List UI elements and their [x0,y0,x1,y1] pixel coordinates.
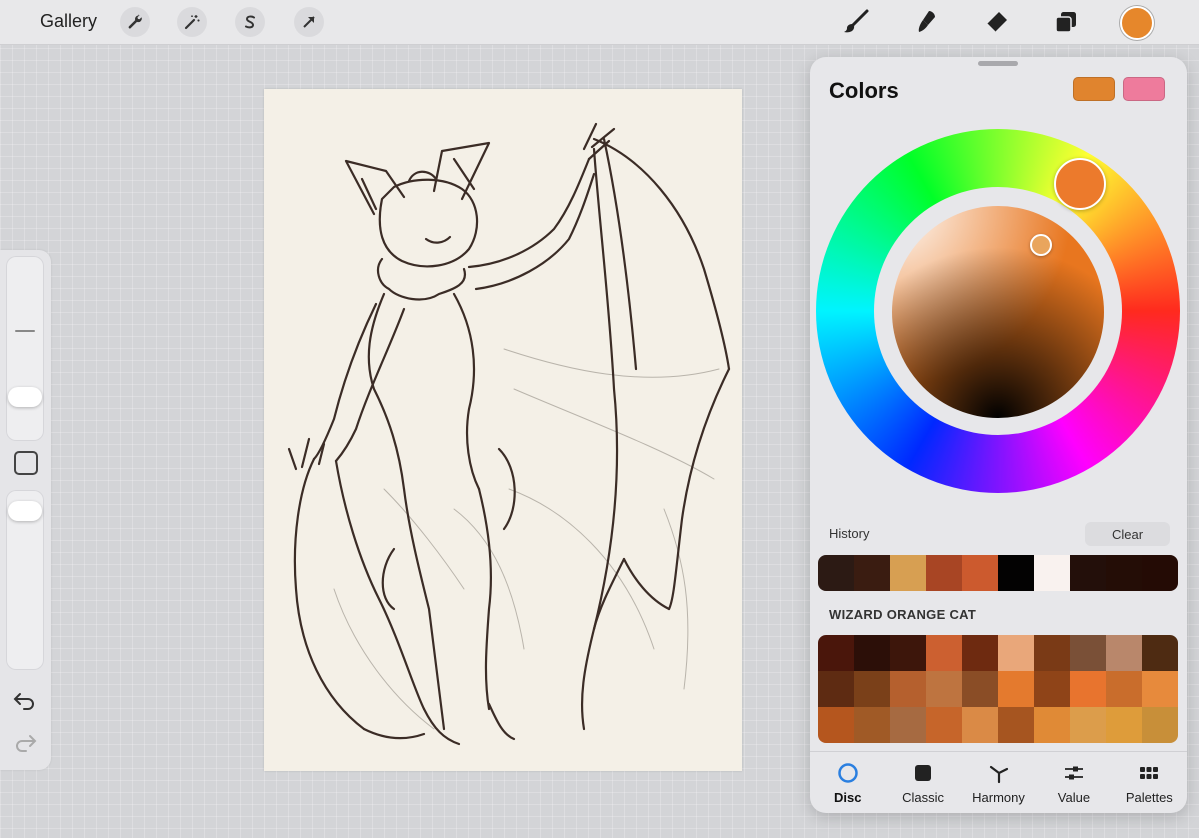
bat-sketch-drawing [287,122,731,746]
tab-harmony-label: Harmony [972,789,1025,805]
gallery-button[interactable]: Gallery [40,11,97,32]
brush-icon[interactable] [840,6,872,38]
panel-grabber[interactable] [978,61,1018,66]
tab-value[interactable]: Value [1036,752,1111,814]
saturation-brightness-disc[interactable] [892,206,1104,418]
history-swatch[interactable] [1070,555,1106,591]
history-swatch[interactable] [998,555,1034,591]
history-swatch[interactable] [1034,555,1070,591]
history-swatch[interactable] [1142,555,1178,591]
brush-size-slider[interactable] [6,256,44,441]
saturation-knob[interactable] [1030,234,1052,256]
tab-classic[interactable]: Classic [885,752,960,814]
palette-swatch[interactable] [1142,671,1178,707]
wrench-icon[interactable] [120,7,150,37]
transform-arrow-icon[interactable] [294,7,324,37]
slider-tick [15,330,35,332]
tab-harmony[interactable]: Harmony [961,752,1036,814]
palette-swatch[interactable] [962,707,998,743]
layers-icon[interactable] [1050,6,1082,38]
top-toolbar: Gallery [0,0,1199,45]
palette-swatch[interactable] [1034,671,1070,707]
history-swatch[interactable] [818,555,854,591]
palette-swatch[interactable] [998,707,1034,743]
history-label: History [829,526,870,541]
palettes-grid-icon [1140,766,1159,779]
palette-swatch[interactable] [962,671,998,707]
undo-arrow-icon[interactable] [13,691,37,716]
palette-swatch[interactable] [890,671,926,707]
history-swatch[interactable] [1106,555,1142,591]
tab-value-label: Value [1057,789,1091,805]
palette-swatch[interactable] [1034,707,1070,743]
selection-s-icon[interactable] [235,7,265,37]
colors-panel: Colors History Clear WIZARD ORANGE CAT D… [810,57,1187,813]
palette-swatch[interactable] [998,635,1034,671]
palette-swatch[interactable] [854,635,890,671]
value-sliders-icon [1064,766,1083,779]
hue-knob[interactable] [1054,158,1106,210]
palette-swatch[interactable] [1070,671,1106,707]
secondary-color-swatch[interactable] [1123,77,1165,101]
palette-swatch[interactable] [818,635,854,671]
history-swatch[interactable] [926,555,962,591]
palette-swatch[interactable] [890,707,926,743]
color-mode-tabs: Disc Classic Harmony Value Palettes [810,751,1187,814]
magic-wand-icon[interactable] [177,7,207,37]
classic-square-icon [915,764,932,781]
palette-swatch[interactable] [1106,707,1142,743]
opacity-handle[interactable] [8,501,42,521]
tab-classic-label: Classic [902,789,945,805]
palette-swatch[interactable] [962,635,998,671]
harmony-icon [989,765,1008,783]
tab-palettes[interactable]: Palettes [1112,752,1187,814]
tab-palettes-label: Palettes [1125,789,1173,805]
palette-swatch[interactable] [890,635,926,671]
palette-swatch[interactable] [1070,635,1106,671]
current-color-button[interactable] [1120,6,1154,40]
palette-swatch[interactable] [1034,635,1070,671]
palette-swatch[interactable] [1142,635,1178,671]
disc-circle-icon [837,762,858,783]
smudge-icon[interactable] [910,6,942,38]
palette-swatch[interactable] [926,707,962,743]
palette-swatch[interactable] [1106,635,1142,671]
clear-history-button[interactable]: Clear [1085,522,1170,546]
square-modifier-icon[interactable] [14,451,38,475]
palette-swatch[interactable] [926,671,962,707]
drawing-canvas[interactable] [264,89,742,771]
palette-swatch[interactable] [998,671,1034,707]
panel-title: Colors [829,78,899,103]
palette-swatch[interactable] [818,671,854,707]
brush-size-handle[interactable] [8,387,42,407]
primary-color-swatch[interactable] [1073,77,1115,101]
palette-swatch[interactable] [1070,707,1106,743]
history-swatch[interactable] [854,555,890,591]
tab-disc-label: Disc [833,789,862,805]
history-swatch[interactable] [962,555,998,591]
left-sidebar [0,250,51,770]
history-swatch[interactable] [890,555,926,591]
palette-swatch[interactable] [854,671,890,707]
palette-name: WIZARD ORANGE CAT [829,607,977,622]
palette-swatch[interactable] [854,707,890,743]
palette-swatch[interactable] [1106,671,1142,707]
tab-disc[interactable]: Disc [810,752,885,814]
palette-grid [818,635,1178,743]
palette-swatch[interactable] [818,707,854,743]
redo-arrow-icon[interactable] [13,733,37,758]
palette-swatch[interactable] [926,635,962,671]
eraser-icon[interactable] [980,6,1012,38]
palette-swatch[interactable] [1142,707,1178,743]
history-swatches [818,555,1178,591]
